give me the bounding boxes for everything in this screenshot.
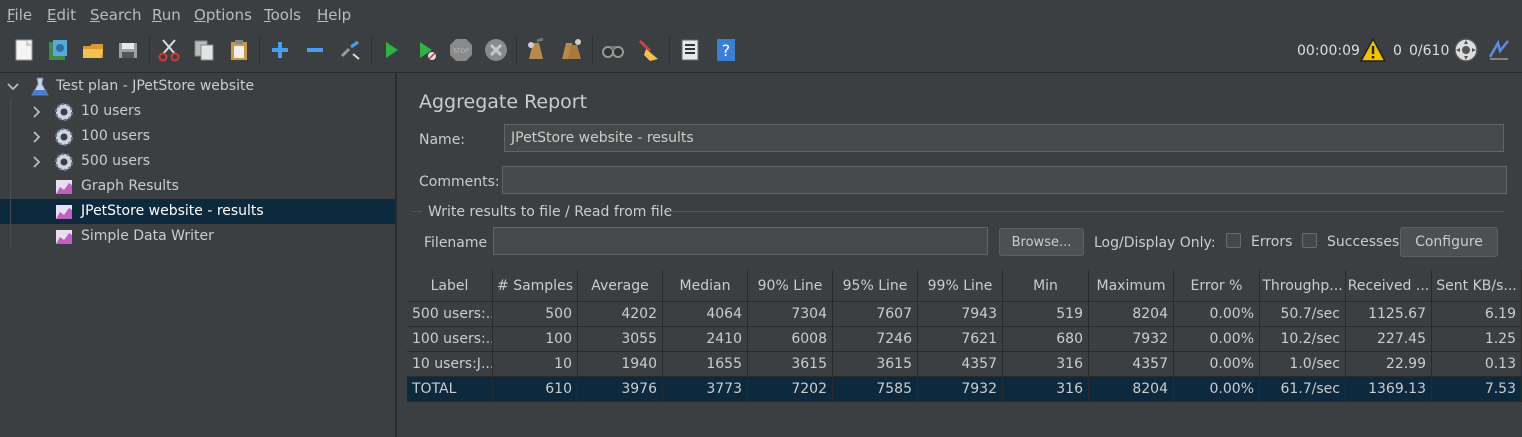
chevron-down-icon[interactable] [6, 80, 20, 94]
tree-item-10-users[interactable]: 10 users [0, 99, 395, 124]
help-icon[interactable]: ? [713, 37, 739, 63]
clear-all-icon[interactable] [558, 37, 584, 63]
tree-root[interactable]: Test plan - JPetStore website [0, 74, 395, 99]
paste-icon[interactable] [226, 37, 252, 63]
column-header[interactable]: Median [663, 270, 748, 302]
chevron-right-icon[interactable] [30, 105, 44, 119]
search-icon[interactable] [600, 37, 626, 63]
gear-icon [55, 153, 73, 171]
successes-label: Successes [1327, 234, 1400, 250]
menu-edit[interactable]: Edit [47, 6, 76, 24]
gear-icon [55, 103, 73, 121]
open-icon[interactable] [80, 37, 106, 63]
start-no-pauses-icon[interactable] [413, 37, 439, 63]
column-header[interactable]: Sent KB/s... [1432, 270, 1522, 302]
test-plan-tree: Test plan - JPetStore website 10 users 1… [0, 73, 396, 437]
errors-checkbox[interactable] [1226, 233, 1241, 248]
menu-bar: File Edit Search Run Options Tools Help [0, 0, 1522, 30]
collapse-icon[interactable] [302, 37, 328, 63]
expand-icon[interactable] [267, 37, 293, 63]
browse-button[interactable]: Browse... [999, 228, 1084, 256]
clear-icon[interactable] [523, 37, 549, 63]
tree-item-jpetstore-results[interactable]: JPetStore website - results [0, 199, 395, 224]
column-header[interactable]: Received ... [1346, 270, 1432, 302]
copy-icon[interactable] [191, 37, 217, 63]
column-header[interactable]: Average [578, 270, 663, 302]
gear-icon [55, 128, 73, 146]
column-header[interactable]: 99% Line [918, 270, 1003, 302]
table-row[interactable]: 500 users:... 500 4202 4064 7304 7607 79… [407, 302, 1522, 327]
column-header[interactable]: Label [407, 270, 493, 302]
menu-options[interactable]: Options [194, 6, 252, 24]
filename-input[interactable] [493, 227, 988, 255]
aggregate-report-panel: Aggregate Report Name: JPetStore website… [407, 73, 1522, 437]
menu-search[interactable]: Search [90, 6, 142, 24]
comments-label: Comments: [419, 174, 500, 190]
flask-icon [31, 77, 49, 96]
warning-icon[interactable] [1360, 37, 1386, 63]
log-viewer-icon[interactable] [1486, 37, 1512, 63]
warning-count: 0 [1393, 43, 1402, 59]
column-header[interactable]: Throughp... [1260, 270, 1346, 302]
column-header[interactable]: Error % [1174, 270, 1260, 302]
table-row[interactable]: 10 users:J... 10 1940 1655 3615 3615 435… [407, 352, 1522, 377]
active-threads: 0/610 [1409, 43, 1450, 59]
elapsed-timer: 00:00:09 [1297, 43, 1360, 59]
column-header[interactable]: 95% Line [833, 270, 918, 302]
table-row[interactable]: 100 users:... 100 3055 2410 6008 7246 76… [407, 327, 1522, 352]
toolbar: STOP ? 00:00:09 0 0/610 [0, 30, 1522, 73]
tree-root-label: Test plan - JPetStore website [56, 78, 255, 94]
cut-icon[interactable] [156, 37, 182, 63]
toggle-icon[interactable] [337, 37, 363, 63]
menu-help[interactable]: Help [317, 6, 351, 24]
table-row-total[interactable]: TOTAL 610 3976 3773 7202 7585 7932 316 8… [407, 377, 1522, 402]
tree-item-100-users[interactable]: 100 users [0, 124, 395, 149]
tree-guide-line [10, 99, 11, 249]
splitter[interactable] [396, 73, 407, 437]
chevron-right-icon[interactable] [30, 155, 44, 169]
name-label: Name: [419, 132, 466, 148]
configure-button[interactable]: Configure [1400, 227, 1498, 257]
successes-checkbox[interactable] [1302, 233, 1317, 248]
reset-search-icon[interactable] [636, 37, 662, 63]
comments-field[interactable] [502, 166, 1507, 194]
listener-icon [56, 205, 72, 219]
menu-tools[interactable]: Tools [264, 6, 301, 24]
listener-icon [56, 180, 72, 194]
shutdown-icon[interactable] [483, 37, 509, 63]
svg-text:STOP: STOP [453, 48, 469, 55]
listener-icon [56, 230, 72, 244]
menu-run[interactable]: Run [152, 6, 181, 24]
filename-label: Filename [424, 235, 488, 251]
tree-item-graph-results[interactable]: Graph Results [0, 174, 395, 199]
stop-icon[interactable]: STOP [448, 37, 474, 63]
column-header[interactable]: # Samples [493, 270, 578, 302]
start-icon[interactable] [378, 37, 404, 63]
tree-item-500-users[interactable]: 500 users [0, 149, 395, 174]
function-helper-icon[interactable] [677, 37, 703, 63]
column-header[interactable]: Maximum [1089, 270, 1174, 302]
errors-label: Errors [1251, 234, 1293, 250]
chevron-right-icon[interactable] [30, 130, 44, 144]
log-display-label: Log/Display Only: [1094, 235, 1216, 251]
menu-file[interactable]: File [7, 6, 32, 24]
page-title: Aggregate Report [419, 91, 588, 113]
name-field[interactable]: JPetStore website - results [504, 124, 1504, 152]
templates-icon[interactable] [45, 37, 71, 63]
file-group-title: Write results to file / Read from file [428, 204, 673, 220]
svg-text:?: ? [722, 41, 731, 60]
tree-item-simple-data-writer[interactable]: Simple Data Writer [0, 224, 395, 249]
save-icon[interactable] [115, 37, 141, 63]
column-header[interactable]: 90% Line [748, 270, 833, 302]
column-header[interactable]: Min [1003, 270, 1089, 302]
new-icon[interactable] [11, 37, 37, 63]
remote-icon[interactable] [1453, 37, 1479, 63]
